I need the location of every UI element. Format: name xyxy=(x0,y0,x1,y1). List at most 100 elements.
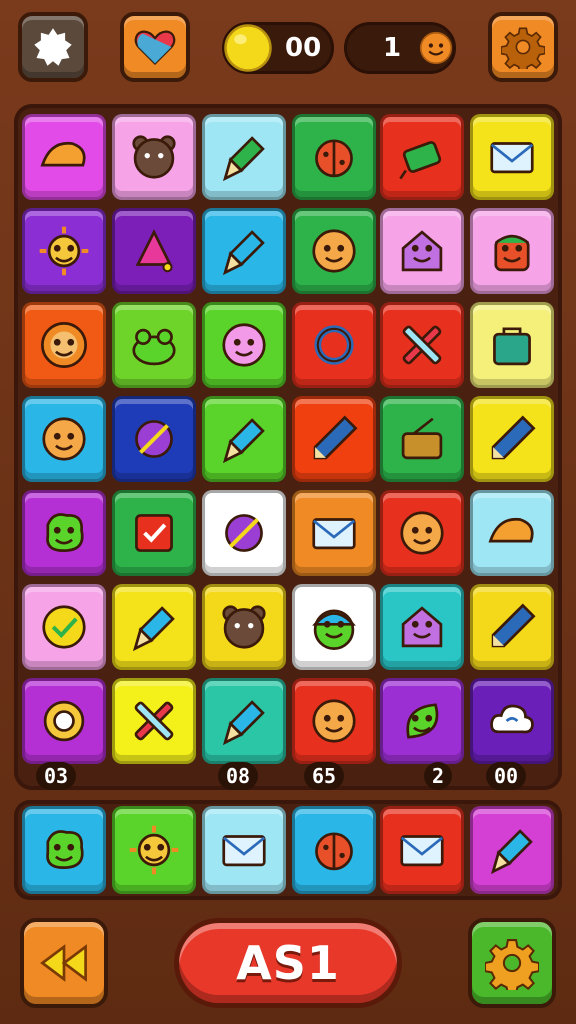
smiley-cap-icon xyxy=(312,609,356,650)
board-tile[interactable] xyxy=(292,678,376,764)
lion-face-icon xyxy=(41,322,87,368)
board-tile[interactable] xyxy=(470,396,554,482)
flower-face-icon xyxy=(222,323,266,367)
board-tile[interactable] xyxy=(470,490,554,576)
favorites-button[interactable] xyxy=(120,12,190,82)
board-tile[interactable] xyxy=(112,302,196,388)
board-tile[interactable] xyxy=(22,396,106,482)
board-tile[interactable] xyxy=(112,490,196,576)
cross-stick-icon xyxy=(402,325,442,365)
board-tile[interactable] xyxy=(470,302,554,388)
pencil-icon xyxy=(491,415,536,460)
envelope-icon xyxy=(400,835,444,867)
board-tile[interactable] xyxy=(380,678,464,764)
tray-tile[interactable] xyxy=(470,806,554,894)
brush-icon xyxy=(222,700,265,746)
rewind-button[interactable] xyxy=(20,918,108,1008)
board-tile[interactable] xyxy=(470,208,554,294)
top-bar: 00 1 xyxy=(0,0,576,96)
bell-icon xyxy=(135,229,173,273)
envelope-icon xyxy=(222,835,266,867)
cloud-icon xyxy=(490,704,534,734)
ring-icon xyxy=(314,325,354,365)
brush-icon xyxy=(222,230,265,276)
board-tile[interactable] xyxy=(202,584,286,670)
board-tile[interactable] xyxy=(202,678,286,764)
board-tile[interactable] xyxy=(22,302,106,388)
blob-face-icon xyxy=(46,513,84,552)
blob-face-icon xyxy=(46,830,84,869)
tray-tile[interactable] xyxy=(22,806,106,894)
board-tile[interactable] xyxy=(380,114,464,200)
brush-icon xyxy=(132,606,175,652)
board-tile[interactable] xyxy=(202,490,286,576)
board-tile[interactable] xyxy=(22,208,106,294)
board-tile[interactable] xyxy=(292,396,376,482)
smiley-icon xyxy=(312,699,356,743)
house-face-icon xyxy=(401,230,443,272)
board-tile[interactable] xyxy=(380,208,464,294)
board-tile[interactable] xyxy=(470,678,554,764)
gear-badge-icon xyxy=(34,28,72,66)
tile-count-label: 00 xyxy=(486,762,527,790)
cannon-icon xyxy=(399,141,442,180)
board-tile[interactable] xyxy=(380,396,464,482)
bear-face-icon xyxy=(132,135,176,179)
board-tile[interactable] xyxy=(202,302,286,388)
tray-tile[interactable] xyxy=(292,806,376,894)
board-tile[interactable] xyxy=(380,302,464,388)
board-tile[interactable] xyxy=(22,114,106,200)
compass-icon xyxy=(225,514,263,552)
smiley-face-icon xyxy=(419,31,453,65)
board-tile[interactable] xyxy=(22,584,106,670)
tray-tile[interactable] xyxy=(380,806,464,894)
leaf-face-icon xyxy=(406,703,439,739)
heart-icon xyxy=(134,30,176,66)
menu-button[interactable] xyxy=(18,12,88,82)
board-tile[interactable] xyxy=(470,114,554,200)
board-tile[interactable] xyxy=(292,490,376,576)
board-tile[interactable] xyxy=(202,208,286,294)
board-tile[interactable] xyxy=(112,208,196,294)
tray-tile[interactable] xyxy=(202,806,286,894)
board-tile[interactable] xyxy=(380,584,464,670)
board-tile[interactable] xyxy=(292,114,376,200)
tray-tile[interactable] xyxy=(112,806,196,894)
settings-button-bottom[interactable] xyxy=(468,918,556,1008)
envelope-icon xyxy=(490,142,534,174)
pencil-icon xyxy=(313,415,358,460)
board-tile[interactable] xyxy=(22,678,106,764)
board-tile[interactable] xyxy=(112,584,196,670)
target-icon xyxy=(43,700,85,742)
pencil-icon xyxy=(491,603,536,648)
board-tile[interactable] xyxy=(112,678,196,764)
smiley-icon xyxy=(312,229,356,273)
compass-icon xyxy=(135,420,173,458)
smiley-icon xyxy=(400,511,444,555)
tile-count-label: 08 xyxy=(218,762,259,790)
bear-face-icon xyxy=(222,605,266,649)
lives-count: 1 xyxy=(383,33,402,63)
house-face-icon xyxy=(401,606,443,648)
basket-icon xyxy=(401,417,443,460)
fortune-cookie-icon xyxy=(488,517,534,543)
pot-face-icon xyxy=(494,234,530,272)
board-tile[interactable] xyxy=(202,396,286,482)
board-tile[interactable] xyxy=(292,302,376,388)
board-tile[interactable] xyxy=(470,584,554,670)
settings-button[interactable] xyxy=(488,12,558,82)
main-action-button[interactable]: AS1 xyxy=(174,918,402,1008)
board-tile[interactable] xyxy=(292,584,376,670)
board-tile[interactable] xyxy=(112,114,196,200)
tile-count-label: 65 xyxy=(304,762,345,790)
main-action-label: AS1 xyxy=(236,936,340,990)
board-tile[interactable] xyxy=(22,490,106,576)
lives-counter: 1 xyxy=(344,22,456,74)
board-tile[interactable] xyxy=(292,208,376,294)
board-tile[interactable] xyxy=(202,114,286,200)
board-tile[interactable] xyxy=(380,490,464,576)
board-tile[interactable] xyxy=(112,396,196,482)
coin-icon xyxy=(224,24,272,72)
ladybug-icon xyxy=(315,139,353,178)
paintbrush-icon xyxy=(222,136,265,182)
